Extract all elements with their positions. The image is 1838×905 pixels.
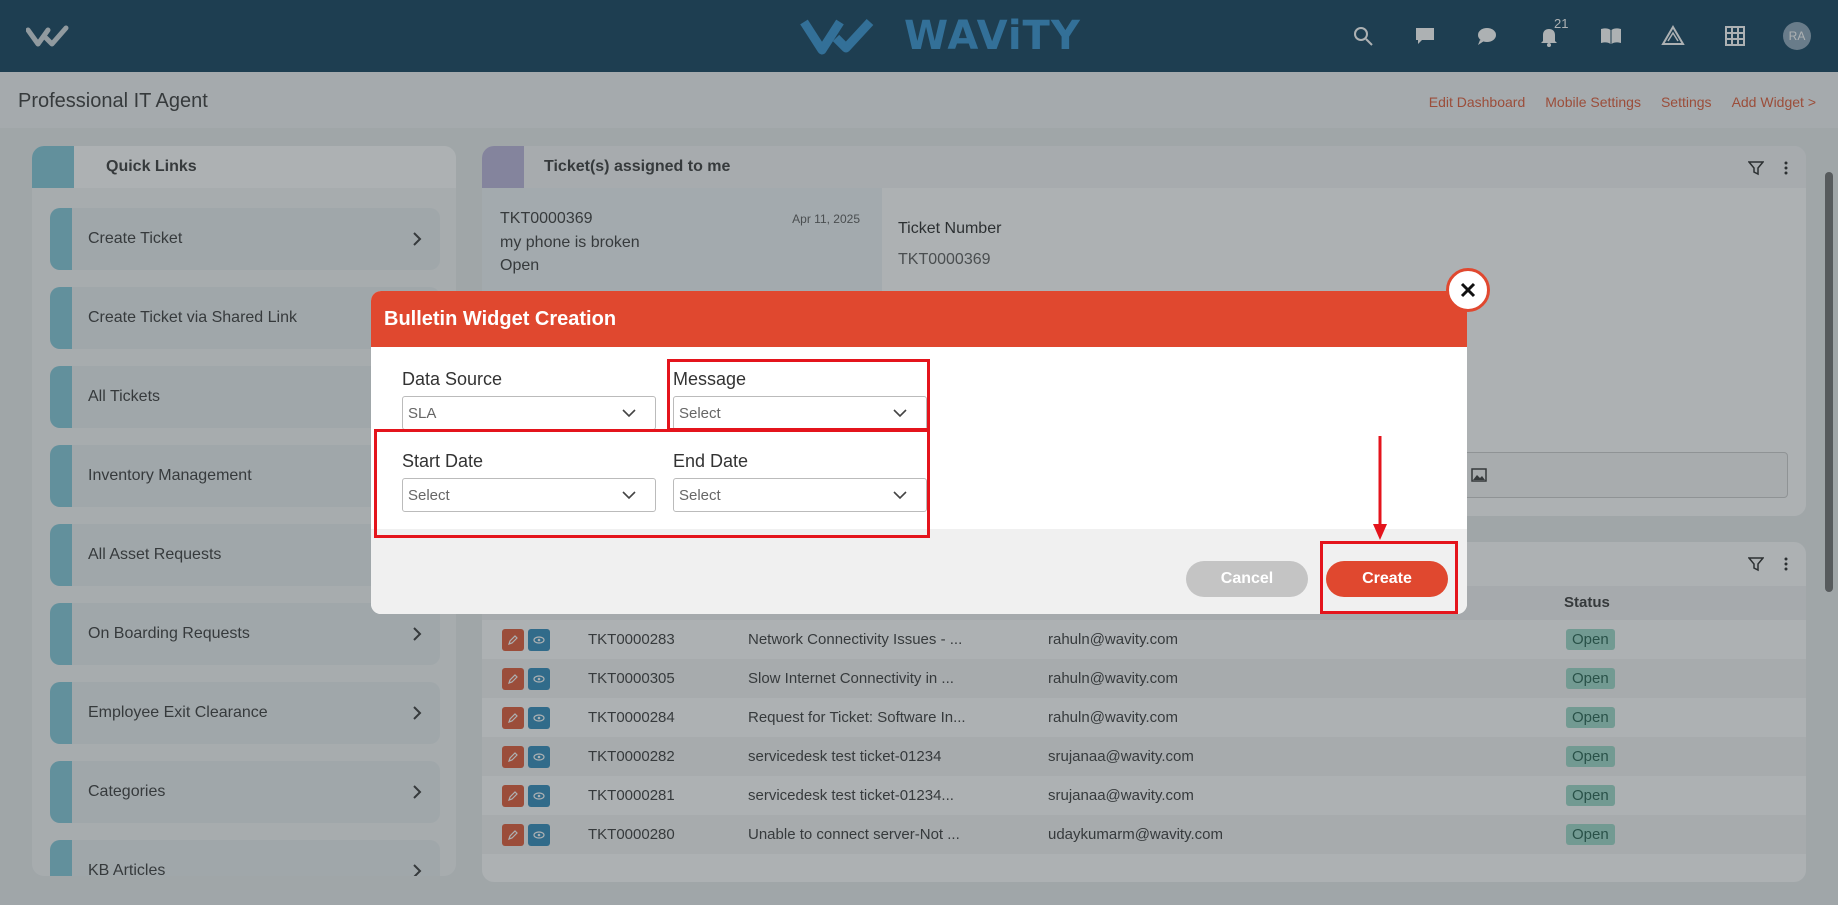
chevron-down-icon (622, 409, 636, 418)
close-icon (1460, 282, 1476, 298)
annotation-box-dates (374, 429, 930, 538)
close-dialog-button[interactable] (1446, 268, 1490, 312)
data-source-field: Data Source SLA (402, 369, 656, 430)
dialog-title: Bulletin Widget Creation (384, 307, 617, 330)
cancel-button[interactable]: Cancel (1186, 561, 1308, 597)
dialog-header: Bulletin Widget Creation (371, 291, 1467, 347)
data-source-value: SLA (408, 404, 437, 422)
annotation-arrow-icon (1373, 436, 1387, 540)
data-source-label: Data Source (402, 369, 503, 389)
data-source-select[interactable]: SLA (402, 396, 656, 430)
annotation-box-create (1320, 541, 1458, 614)
annotation-box-message (667, 359, 930, 431)
